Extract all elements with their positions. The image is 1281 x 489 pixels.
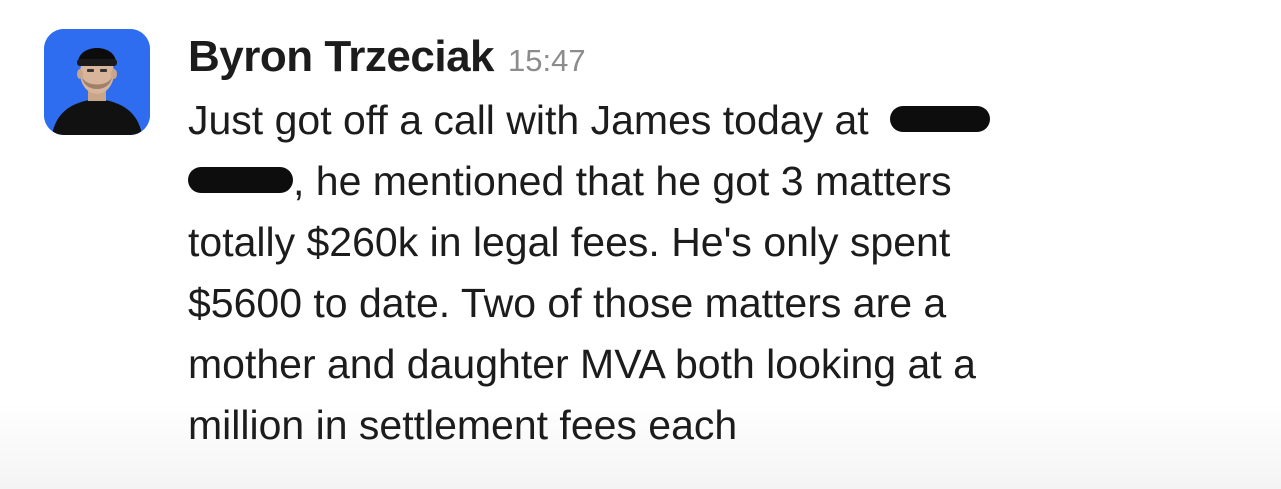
- message-line: Just got off a call with James today at: [188, 90, 1248, 151]
- avatar-photo-icon: [44, 29, 150, 135]
- message-line: million in settlement fees each: [188, 402, 738, 448]
- redaction-mark: [890, 106, 991, 133]
- message-line: totally $260k in legal fees. He's only s…: [188, 219, 951, 265]
- message-header: Byron Trzeciak 15:47: [188, 32, 1248, 94]
- message-line: , he mentioned that he got 3 matters: [188, 151, 1248, 212]
- message-text: , he mentioned that he got 3 matters: [293, 158, 952, 204]
- author-name[interactable]: Byron Trzeciak: [188, 32, 495, 82]
- message-timestamp[interactable]: 15:47: [508, 43, 586, 79]
- avatar[interactable]: [44, 29, 150, 135]
- redaction-mark: [188, 167, 293, 194]
- message-text: Just got off a call with James today at: [188, 97, 881, 143]
- message-content: Byron Trzeciak 15:47 Just got off a call…: [188, 32, 1248, 456]
- message-line: mother and daughter MVA both looking at …: [188, 341, 976, 387]
- message-line: $5600 to date. Two of those matters are …: [188, 280, 947, 326]
- chat-message: Byron Trzeciak 15:47 Just got off a call…: [0, 0, 1281, 489]
- message-body: Just got off a call with James today at …: [188, 90, 1248, 456]
